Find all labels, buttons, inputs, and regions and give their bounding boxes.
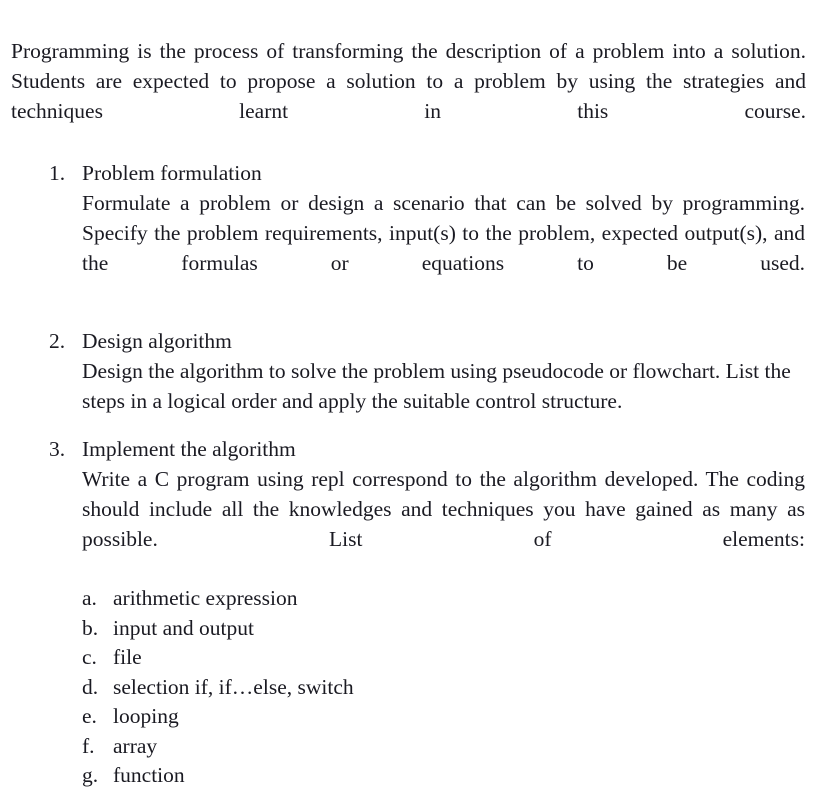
sublist-item-label: looping <box>113 704 179 728</box>
intro-paragraph: Programming is the process of transformi… <box>11 38 806 123</box>
sublist-item: a. arithmetic expression <box>82 584 835 614</box>
list-item: 1. Problem formulation Formulate a probl… <box>0 158 835 308</box>
list-item-body: Formulate a problem or design a scenario… <box>82 191 805 275</box>
sublist-item-marker: f. <box>82 733 95 758</box>
sublist-item: e. looping <box>82 702 835 732</box>
sublist-item-marker: d. <box>82 674 99 699</box>
sublist-item-label: file <box>113 645 142 669</box>
sublist-item: d. selection if, if…else, switch <box>82 673 835 703</box>
list-item-title: Problem formulation <box>82 161 262 185</box>
lettered-sublist: a. arithmetic expression b. input and ou… <box>82 584 835 791</box>
list-item-title: Design algorithm <box>82 329 232 353</box>
list-item: 3. Implement the algorithm Write a C pro… <box>0 434 835 791</box>
document-page: Programming is the process of transformi… <box>0 0 835 788</box>
list-item-body: Write a C program using repl correspond … <box>82 467 805 551</box>
list-item-marker: 1. <box>49 161 66 185</box>
numbered-list: 1. Problem formulation Formulate a probl… <box>0 158 835 791</box>
sublist-item-label: input and output <box>113 615 254 640</box>
list-item: 2. Design algorithm Design the algorithm… <box>0 326 835 416</box>
sublist-item: b. input and output <box>82 614 835 644</box>
list-item-marker: 3. <box>49 437 66 461</box>
sublist-item-marker: c. <box>82 645 97 669</box>
sublist-item-marker: g. <box>82 763 99 787</box>
list-item-marker: 2. <box>49 329 66 353</box>
sublist-item-marker: a. <box>82 586 97 610</box>
sublist-item-label: arithmetic expression <box>113 586 298 610</box>
sublist-item: c. file <box>82 643 835 673</box>
sublist-item: f. array <box>82 732 835 762</box>
list-item-title: Implement the algorithm <box>82 437 296 461</box>
sublist-item-label: array <box>113 733 158 758</box>
sublist-item-marker: b. <box>82 615 99 640</box>
sublist-item-label: selection if, if…else, switch <box>113 674 354 699</box>
sublist-item-label: function <box>113 763 185 787</box>
list-item-body: Design the algorithm to solve the proble… <box>82 359 791 413</box>
sublist-item-marker: e. <box>82 704 97 728</box>
sublist-item: g. function <box>82 761 835 791</box>
